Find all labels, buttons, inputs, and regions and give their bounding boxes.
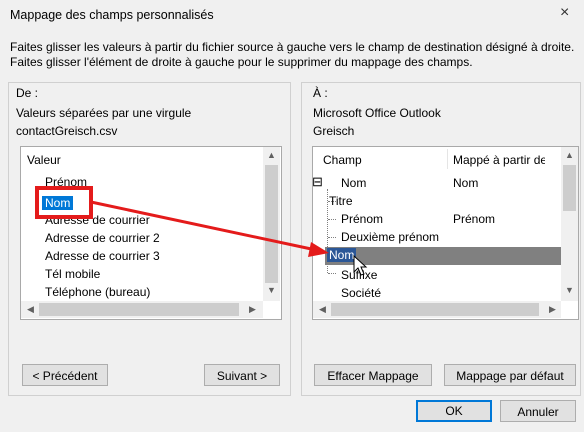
- scroll-down-icon[interactable]: ▼: [264, 285, 279, 295]
- source-file: contactGreisch.csv: [16, 124, 118, 138]
- destination-vscrollbar[interactable]: ▲ ▼: [561, 147, 578, 301]
- tree-item-prenom-mapped: Prénom: [453, 212, 496, 226]
- column-header-mapped[interactable]: Mappé à partir de: [453, 153, 545, 167]
- ok-button[interactable]: OK: [416, 400, 492, 422]
- instruction-text: Faites glisser les valeurs à partir du f…: [10, 40, 575, 69]
- source-header: Valeur: [27, 153, 61, 167]
- drop-target-row[interactable]: [325, 247, 578, 265]
- source-item[interactable]: Prénom: [45, 175, 87, 189]
- destination-hscrollbar[interactable]: ◀ ▶: [313, 301, 561, 318]
- tree-item-prenom[interactable]: Prénom: [341, 212, 383, 226]
- source-listbox[interactable]: Valeur Prénom Nom Adresse de courrier Ad…: [20, 146, 282, 320]
- destination-listbox[interactable]: Champ Mappé à partir de ⊟ Nom Nom Titre …: [312, 146, 579, 320]
- source-vscrollbar[interactable]: ▲ ▼: [263, 147, 280, 301]
- destination-label: À :: [313, 86, 328, 100]
- tree-connector: [328, 219, 336, 220]
- destination-app: Microsoft Office Outlook: [313, 106, 441, 120]
- tree-connector: [328, 237, 336, 238]
- source-item-selected[interactable]: Nom: [42, 196, 74, 210]
- destination-folder: Greisch: [313, 124, 355, 138]
- source-item[interactable]: Adresse de courrier 2: [45, 231, 160, 245]
- tree-root-mapped: Nom: [453, 176, 479, 190]
- source-hscrollbar[interactable]: ◀ ▶: [21, 301, 263, 318]
- source-item[interactable]: Téléphone (bureau): [45, 285, 150, 299]
- scroll-up-icon[interactable]: ▲: [562, 150, 577, 160]
- default-mapping-button[interactable]: Mappage par défaut: [444, 364, 576, 386]
- source-item[interactable]: Tél mobile: [45, 267, 100, 281]
- scroll-thumb[interactable]: [39, 303, 239, 316]
- scroll-thumb[interactable]: [265, 165, 278, 283]
- tree-connector: [328, 273, 336, 274]
- collapse-icon[interactable]: ⊟: [313, 174, 323, 190]
- tree-item-nom-highlighted[interactable]: Nom: [327, 248, 357, 262]
- clear-mapping-button[interactable]: Effacer Mappage: [314, 364, 432, 386]
- tree-item-deuxieme-prenom[interactable]: Deuxième prénom: [341, 230, 439, 244]
- tree-root-nom[interactable]: Nom: [341, 176, 366, 190]
- source-item[interactable]: Adresse de courrier 3: [45, 249, 160, 263]
- tree-item-titre[interactable]: Titre: [329, 194, 353, 208]
- source-type: Valeurs séparées par une virgule: [16, 106, 192, 120]
- scroll-right-icon[interactable]: ▶: [245, 304, 260, 315]
- window-title: Mappage des champs personnalisés: [10, 8, 214, 22]
- scroll-right-icon[interactable]: ▶: [545, 304, 560, 315]
- close-icon[interactable]: ×: [560, 4, 569, 22]
- column-divider: [447, 149, 448, 169]
- previous-button[interactable]: < Précédent: [22, 364, 108, 386]
- scroll-left-icon[interactable]: ◀: [23, 304, 38, 315]
- scroll-thumb[interactable]: [331, 303, 539, 316]
- source-item[interactable]: Adresse de courrier: [45, 213, 150, 227]
- cancel-button[interactable]: Annuler: [500, 400, 576, 422]
- scroll-up-icon[interactable]: ▲: [264, 150, 279, 160]
- scroll-thumb[interactable]: [563, 165, 576, 211]
- source-label: De :: [16, 86, 39, 100]
- scroll-left-icon[interactable]: ◀: [315, 304, 330, 315]
- tree-item-societe[interactable]: Société: [341, 286, 381, 300]
- tree-item-suffixe[interactable]: Suffixe: [341, 268, 377, 282]
- column-header-field[interactable]: Champ: [323, 153, 362, 167]
- scroll-down-icon[interactable]: ▼: [562, 285, 577, 295]
- next-button[interactable]: Suivant >: [204, 364, 280, 386]
